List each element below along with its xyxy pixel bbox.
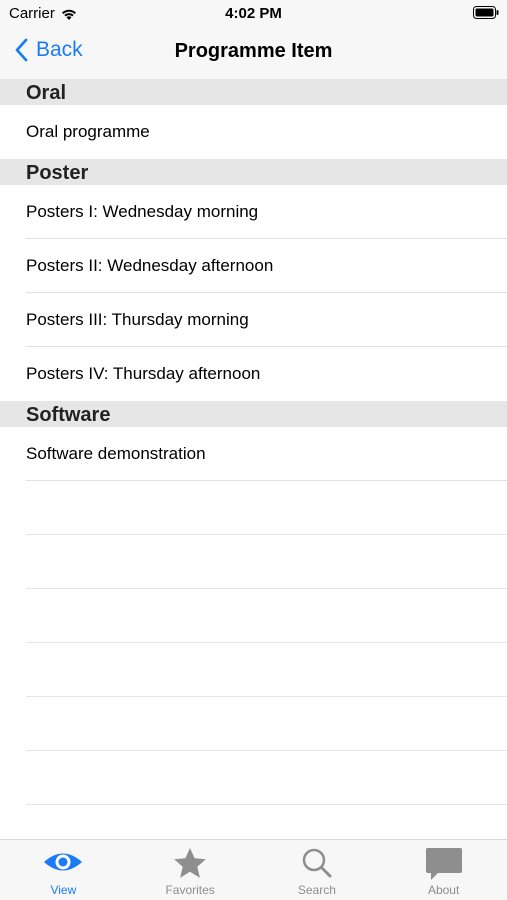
app-screen: Carrier 4:02 PM Back Programme Item Oral… [0,0,507,900]
battery-icon [473,6,499,19]
tab-search-label: Search [297,883,336,897]
empty-row-separator [26,481,507,535]
tab-favorites-label: Favorites [165,883,215,897]
speech-bubble-icon [425,848,462,880]
empty-row-separator [26,697,507,751]
section-header-oral: Oral [0,79,507,105]
tab-bar: View Favorites Search About [0,839,507,900]
empty-row-separator [26,643,507,697]
status-bar: Carrier 4:02 PM [0,0,507,28]
empty-row-separator [26,535,507,589]
list-item[interactable]: Posters IV: Thursday afternoon [0,347,507,401]
tab-about-label: About [427,883,460,897]
section-header-software: Software [0,401,507,427]
empty-list-area [0,481,507,805]
page-title: Programme Item [174,40,333,62]
section-header-poster: Poster [0,159,507,185]
tab-view[interactable]: View [0,840,127,900]
magnifier-icon [302,848,332,878]
top-bar: Carrier 4:02 PM Back Programme Item [0,0,507,80]
tab-search[interactable]: Search [254,840,381,900]
status-time: 4:02 PM [225,5,282,22]
list-item[interactable]: Posters III: Thursday morning [0,293,507,347]
empty-row-separator [26,751,507,805]
tab-about[interactable]: About [380,840,507,900]
list-item[interactable]: Oral programme [0,105,507,159]
tab-view-label: View [50,883,77,897]
eye-icon [44,853,83,871]
navigation-bar: Back Programme Item [0,28,507,78]
programme-list: Oral Oral programme Poster Posters I: We… [0,79,507,805]
list-item[interactable]: Posters II: Wednesday afternoon [0,239,507,293]
tab-favorites[interactable]: Favorites [127,840,254,900]
list-item[interactable]: Software demonstration [0,427,507,481]
star-icon [174,848,206,878]
empty-row-separator [26,589,507,643]
list-item[interactable]: Posters I: Wednesday morning [0,185,507,239]
